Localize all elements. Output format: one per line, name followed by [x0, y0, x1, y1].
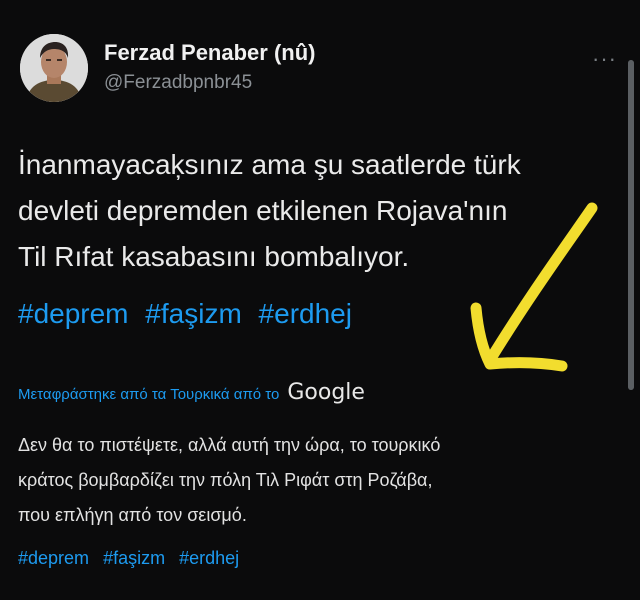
translation-line: κράτος βομβαρδίζει την πόλη Τιλ Ριφάτ στ… [18, 470, 433, 490]
author-handle[interactable]: @Ferzadbpnbr45 [104, 72, 252, 94]
hashtag-link[interactable]: #faşizm [145, 298, 241, 329]
hashtag-link[interactable]: #erdhej [259, 298, 352, 329]
scrollbar-thumb[interactable] [628, 60, 634, 390]
avatar[interactable] [20, 34, 88, 102]
translated-text: Δεν θα το πιστέψετε, αλλά αυτή την ώρα, … [18, 428, 618, 533]
translation-line: που επλήγη από τον σεισμό. [18, 505, 247, 525]
tweet-line: Til Rıfat kasabasını bombalıyor. [18, 241, 410, 272]
hashtag-link[interactable]: #deprem [18, 298, 129, 329]
translation-line: Δεν θα το πιστέψετε, αλλά αυτή την ώρα, … [18, 435, 441, 455]
scrollbar[interactable] [628, 60, 634, 390]
translation-hashtags: #deprem #faşizm #erdhej [18, 548, 248, 569]
avatar-photo [20, 34, 88, 102]
more-icon[interactable]: ··· [592, 46, 617, 72]
tweet-hashtags: #deprem #faşizm #erdhej [18, 298, 361, 330]
translation-attribution[interactable]: Μεταφράστηκε από τα Τουρκικά από το Goog… [18, 380, 365, 405]
google-logo: Google [287, 380, 365, 405]
hashtag-link[interactable]: #erdhej [179, 548, 239, 568]
tweet-line: İnanmayacaķsınız ama şu saatlerde türk [18, 149, 521, 180]
hashtag-link[interactable]: #faşizm [103, 548, 165, 568]
tweet-line: devleti depremden etkilenen Rojava'nın [18, 195, 508, 226]
translation-source-label[interactable]: Μεταφράστηκε από τα Τουρκικά από το [18, 386, 279, 403]
author-name[interactable]: Ferzad Penaber (nû) [104, 40, 315, 66]
hashtag-link[interactable]: #deprem [18, 548, 89, 568]
tweet-text: İnanmayacaķsınız ama şu saatlerde türk d… [18, 142, 608, 280]
